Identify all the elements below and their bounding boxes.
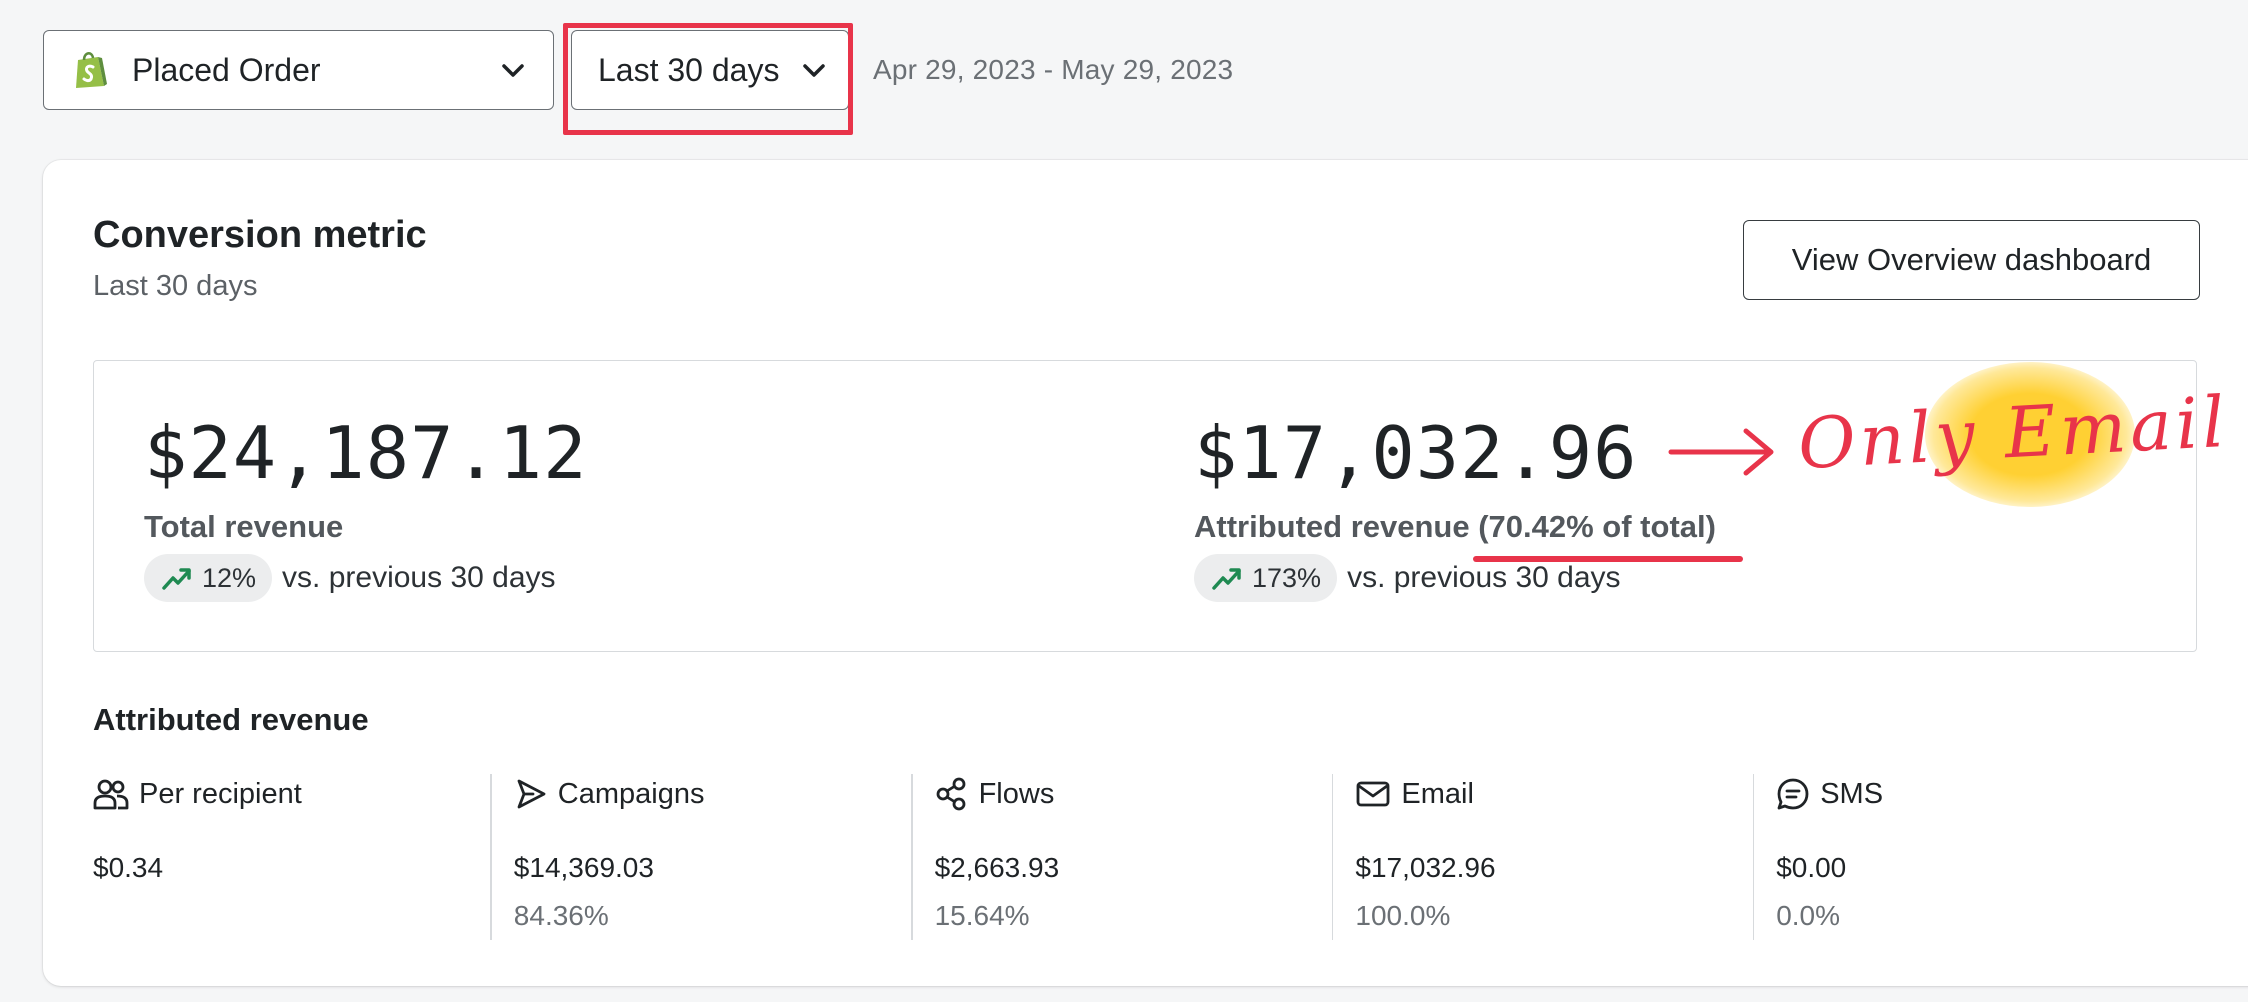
stat-label: Campaigns bbox=[557, 777, 705, 810]
attributed-revenue-share: (70.42% of total) bbox=[1478, 509, 1716, 544]
conversion-metric-card: Conversion metric Last 30 days View Over… bbox=[43, 160, 2248, 986]
annotation-highlight-box bbox=[563, 23, 853, 135]
send-icon bbox=[517, 779, 546, 809]
stat-percent: 100.0% bbox=[1355, 900, 1451, 931]
stat-value: $17,032.96 bbox=[1355, 852, 1496, 883]
shopify-icon bbox=[74, 50, 108, 90]
stat-email: Email $17,032.96 100.0% bbox=[1355, 774, 1776, 944]
card-title: Conversion metric bbox=[93, 214, 427, 256]
stat-campaigns: Campaigns $14,369.03 84.36% bbox=[514, 774, 935, 944]
stat-percent: 84.36% bbox=[513, 900, 609, 931]
stat-value: $14,369.03 bbox=[513, 852, 654, 883]
stat-label: Flows bbox=[978, 777, 1055, 810]
stat-value: $0.34 bbox=[93, 852, 164, 883]
metric-select[interactable]: Placed Order bbox=[43, 30, 554, 110]
stat-label: SMS bbox=[1820, 777, 1884, 810]
stat-label: Email bbox=[1401, 777, 1474, 810]
metric-select-value: Placed Order bbox=[132, 51, 321, 88]
page: Placed Order Last 30 days Apr 29, 2023 -… bbox=[0, 0, 2248, 1002]
attributed-revenue-label-text: Attributed revenue bbox=[1194, 509, 1470, 544]
envelope-icon bbox=[1356, 781, 1390, 807]
stat-label: Per recipient bbox=[139, 777, 302, 810]
trend-comparison-text: vs. previous 30 days bbox=[1347, 561, 1621, 594]
stat-sms: SMS $0.00 0.0% bbox=[1776, 774, 2197, 944]
stat-percent: 0.0% bbox=[1776, 900, 1841, 931]
attributed-revenue-stats: Per recipient $0.34 Campaigns $14,369.03… bbox=[93, 774, 2197, 944]
trend-up-icon bbox=[162, 568, 191, 590]
date-range-text: Apr 29, 2023 - May 29, 2023 bbox=[873, 54, 1234, 85]
trend-comparison-text: vs. previous 30 days bbox=[282, 561, 556, 594]
trend-badge: 173% bbox=[1194, 554, 1338, 602]
attributed-revenue-value: $17,032.96 bbox=[1194, 411, 1638, 495]
attributed-revenue-label: Attributed revenue (70.42% of total) bbox=[1194, 509, 1716, 545]
view-overview-dashboard-button[interactable]: View Overview dashboard bbox=[1743, 220, 2200, 300]
attributed-revenue-section-title: Attributed revenue bbox=[93, 702, 369, 737]
flows-icon bbox=[936, 777, 965, 811]
stat-per-recipient: Per recipient $0.34 bbox=[93, 774, 514, 944]
trend-badge: 12% bbox=[144, 554, 273, 602]
trend-up-icon bbox=[1212, 568, 1241, 590]
annotation-arrow-icon bbox=[1668, 428, 1774, 476]
total-revenue-label: Total revenue bbox=[144, 509, 344, 544]
stat-value: $2,663.93 bbox=[934, 852, 1060, 883]
trend-percent: 173% bbox=[1252, 562, 1322, 593]
stat-percent: 15.64% bbox=[934, 900, 1030, 931]
users-icon bbox=[93, 779, 129, 810]
annotation-underline bbox=[1473, 556, 1743, 562]
total-revenue-value: $24,187.12 bbox=[144, 411, 588, 495]
trend-percent: 12% bbox=[202, 562, 257, 593]
stat-value: $0.00 bbox=[1776, 852, 1847, 883]
sms-icon bbox=[1777, 778, 1809, 810]
total-revenue-trend: 12% vs. previous 30 days bbox=[144, 554, 556, 602]
chevron-down-icon bbox=[499, 57, 527, 85]
stat-flows: Flows $2,663.93 15.64% bbox=[935, 774, 1356, 944]
card-subtitle: Last 30 days bbox=[93, 270, 258, 302]
